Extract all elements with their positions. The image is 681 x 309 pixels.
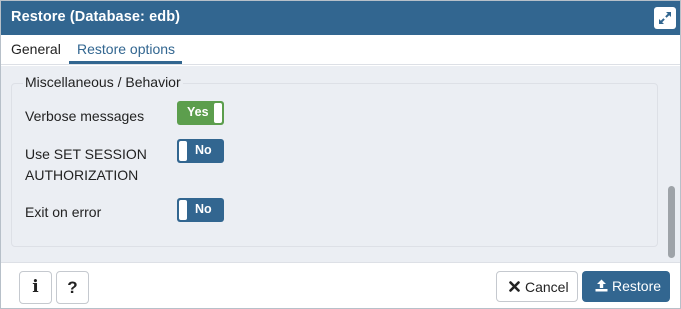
dialog-titlebar[interactable]: Restore (Database: edb) [1, 1, 680, 35]
dialog-footer: i ? Cancel Restore [1, 262, 680, 308]
restore-button-label: Restore [612, 278, 662, 294]
expand-icon [659, 12, 671, 24]
cancel-button-label: Cancel [525, 279, 569, 295]
upload-icon [595, 279, 608, 292]
verbose-messages-label: Verbose messages [25, 108, 145, 124]
tab-content-panel: Miscellaneous / Behavior Verbose message… [1, 66, 680, 262]
set-session-authorization-label-line2: AUTHORIZATION [25, 167, 139, 183]
toggle-knob [214, 103, 222, 123]
exit-on-error-toggle-text: No [195, 202, 212, 216]
exit-on-error-toggle[interactable]: No [177, 198, 224, 222]
cancel-button[interactable]: Cancel [496, 271, 578, 302]
set-session-authorization-label-line1: Use SET SESSION [25, 146, 147, 162]
scrollbar-thumb[interactable] [668, 186, 675, 258]
help-button[interactable]: ? [56, 271, 89, 304]
tab-bar: General Restore options [1, 35, 680, 65]
info-button[interactable]: i [19, 271, 52, 304]
toggle-knob [179, 141, 187, 161]
toggle-knob [179, 200, 187, 220]
fieldset-legend: Miscellaneous / Behavior [23, 74, 183, 90]
set-session-authorization-toggle-text: No [195, 143, 212, 157]
verbose-messages-toggle-text: Yes [187, 105, 209, 119]
tab-restore-options[interactable]: Restore options [77, 41, 175, 57]
set-session-authorization-toggle[interactable]: No [177, 139, 224, 163]
restore-dialog: Restore (Database: edb) General Restore … [0, 0, 681, 309]
tab-general[interactable]: General [11, 41, 61, 57]
restore-button[interactable]: Restore [582, 271, 670, 302]
exit-on-error-label: Exit on error [25, 204, 102, 220]
maximize-button[interactable] [654, 7, 676, 29]
close-icon [509, 281, 520, 292]
active-tab-indicator [69, 61, 182, 64]
verbose-messages-toggle[interactable]: Yes [177, 101, 224, 125]
set-session-authorization-label: Use SET SESSION AUTHORIZATION [25, 144, 147, 186]
dialog-title: Restore (Database: edb) [11, 9, 181, 25]
